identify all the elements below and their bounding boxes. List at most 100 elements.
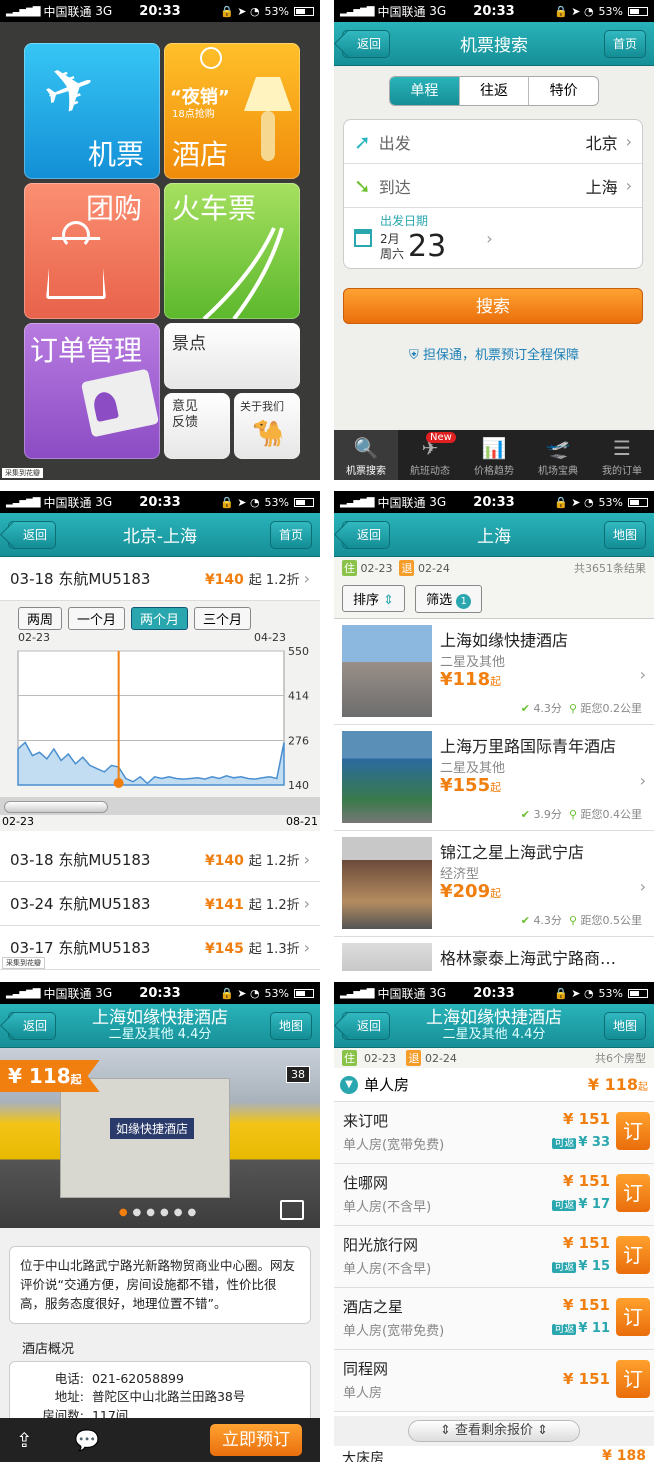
order-button[interactable]: 订: [616, 1298, 650, 1336]
hotel-list-item[interactable]: 锦江之星上海武宁店 经济型 ¥209起 › ✔ 4.3分 ⚲ 距您0.5公里: [334, 831, 654, 937]
slider-handle[interactable]: [4, 801, 108, 813]
range-two-months[interactable]: 两个月: [131, 607, 189, 630]
tile-train-label: 火车票: [172, 192, 257, 225]
home-button[interactable]: 首页: [603, 30, 646, 58]
tabbar-airport-guide[interactable]: 🛫 机场宝典: [526, 430, 590, 480]
tile-feedback[interactable]: 意见 反馈: [164, 393, 230, 459]
room-prices-screen: ▂▃▅▆▇ 中国联通 3G 20:33 🔒 ➤ ◔ 53% 上海如缘快捷酒店 二星及其他…: [334, 982, 654, 1462]
timeline-slider[interactable]: [0, 797, 320, 815]
range-one-month[interactable]: 一个月: [68, 607, 126, 630]
order-button[interactable]: 订: [616, 1360, 650, 1398]
list-item[interactable]: 03-24 东航MU5183 ¥141 起 1.2折 ›: [0, 882, 320, 926]
arrive-row[interactable]: ➘ 到达 上海 ›: [344, 164, 642, 208]
room-type-header[interactable]: ▼ 单人房 ¥ 118起: [334, 1068, 654, 1102]
map-button[interactable]: 地图: [269, 1012, 312, 1040]
back-button[interactable]: 返回: [342, 30, 391, 58]
back-button[interactable]: 返回: [8, 521, 57, 549]
tile-sights[interactable]: 景点: [164, 323, 300, 389]
page-dots[interactable]: ●●●●●●: [0, 1207, 320, 1218]
tile-about[interactable]: 关于我们 🐪: [234, 393, 300, 459]
status-bar: ▂▃▅▆▇ 中国联通 3G 20:33 🔒 ➤ ◔ 53%: [0, 982, 320, 1004]
page-title: 上海如缘快捷酒店: [426, 1008, 562, 1028]
airplane-icon: ✈: [33, 46, 107, 133]
tile-feedback-label: 意见 反馈: [172, 399, 199, 430]
order-button[interactable]: 订: [616, 1236, 650, 1274]
calendar-icon: [354, 229, 372, 247]
flight-search-screen: ▂▃▅▆▇ 中国联通 3G 20:33 🔒 ➤ ◔ 53% 机票搜索 返回 首页 单程 往…: [334, 0, 654, 480]
hotel-phone[interactable]: 021-62058899: [92, 1371, 184, 1386]
sort-button[interactable]: 排序 ⇕: [342, 585, 406, 612]
depart-row[interactable]: ➚ 出发 北京 ›: [344, 120, 642, 164]
tab-one-way[interactable]: 单程: [390, 77, 460, 105]
map-button[interactable]: 地图: [603, 521, 646, 549]
back-button[interactable]: 返回: [342, 521, 391, 549]
page-subtitle: 二星及其他 4.4分: [108, 1026, 212, 1042]
hotel-photo-gallery[interactable]: 如缘快捷酒店 38 ¥ 118起 ●●●●●●: [0, 1048, 320, 1228]
guarantee-text: 担保通，机票预订全程保障: [422, 348, 579, 363]
list-item[interactable]: 03-18 东航MU5183 ¥140 起 1.2折 ›: [0, 838, 320, 882]
vendor-offer[interactable]: 住哪网 单人房(不含早) ¥ 151 可返 ¥ 17 订: [334, 1164, 654, 1226]
top-flight-row[interactable]: 03-18 东航MU5183 ¥140 起 1.2折 ›: [0, 557, 320, 601]
tile-orders[interactable]: 订单管理: [24, 323, 160, 459]
tabbar-label: 航班动态: [410, 466, 450, 477]
vendor-offer[interactable]: 酒店之星 单人房(宽带免费) ¥ 151 可返 ¥ 11 订: [334, 1288, 654, 1350]
hotel-type: 经济型: [440, 867, 480, 882]
tile-hotel[interactable]: “夜销” 18点抢购 酒店: [164, 43, 300, 179]
vendor-offer[interactable]: 来订吧 单人房(宽带免费) ¥ 151 可返 ¥ 33 订: [334, 1102, 654, 1164]
hotel-list-item[interactable]: 上海如缘快捷酒店 二星及其他 ¥118起 › ✔ 4.3分 ⚲ 距您0.2公里: [334, 619, 654, 725]
flight-date: 03-17: [10, 938, 54, 957]
date-bar[interactable]: 住 02-23 退 02-24 共6个房型: [334, 1048, 654, 1068]
vendor-offer[interactable]: 同程网 单人房 ¥ 151 订: [334, 1350, 654, 1412]
thumbs-up-icon: ✔: [520, 808, 530, 821]
book-now-button[interactable]: 立即预订: [210, 1424, 302, 1456]
flight-name: 东航MU5183: [58, 939, 151, 957]
gallery-icon[interactable]: [280, 1200, 304, 1220]
home-button[interactable]: 首页: [269, 521, 312, 549]
order-button[interactable]: 订: [616, 1112, 650, 1150]
list-item[interactable]: 03-17 东航MU5183 ¥145 起 1.3折 ›: [0, 926, 320, 970]
date-bar[interactable]: 住 02-23 退 02-24 共3651条结果: [334, 557, 654, 579]
page-title: 机票搜索: [460, 36, 528, 56]
status-bar: ▂▃▅▆▇ 中国联通 3G 20:33 🔒 ➤ ◔ 53%: [334, 491, 654, 513]
tabbar-flight-search[interactable]: 🔍 机票搜索: [334, 430, 398, 480]
filter-button[interactable]: 筛选 1: [415, 584, 483, 613]
tile-flight[interactable]: ✈ 机票: [24, 43, 160, 179]
map-button[interactable]: 地图: [603, 1012, 646, 1040]
tab-round-trip[interactable]: 往返: [460, 77, 530, 105]
share-icon[interactable]: ⇪: [16, 1428, 33, 1452]
date-row[interactable]: 出发日期 2月 周六 23 ›: [344, 208, 642, 268]
tab-special[interactable]: 特价: [529, 77, 598, 105]
guarantee-link[interactable]: ⛨ 担保通，机票预订全程保障: [334, 344, 654, 363]
hotel-list-item[interactable]: 格林豪泰上海武宁路商…: [334, 937, 654, 971]
range-two-weeks[interactable]: 两周: [18, 607, 63, 630]
hotel-price: ¥118: [440, 669, 491, 690]
offer-price: ¥ 151: [563, 1110, 610, 1128]
more-offers-button[interactable]: ⇕ 查看剩余报价 ⇕: [408, 1420, 580, 1442]
vendor-offer[interactable]: 阳光旅行网 单人房(不含早) ¥ 151 可返 ¥ 15 订: [334, 1226, 654, 1288]
night-sale-sub: 18点抢购: [172, 109, 215, 120]
order-button[interactable]: 订: [616, 1174, 650, 1212]
range-three-months[interactable]: 三个月: [194, 607, 252, 630]
comment-icon[interactable]: 💬: [75, 1428, 100, 1452]
tile-train[interactable]: 火车票: [164, 183, 300, 319]
search-button[interactable]: 搜索: [343, 288, 643, 324]
hotel-list-item[interactable]: 上海万里路国际青年酒店 二星及其他 ¥155起 › ✔ 3.9分 ⚲ 距您0.4…: [334, 725, 654, 831]
cashback-amount: ¥ 11: [578, 1321, 610, 1336]
new-badge: New: [426, 432, 456, 443]
nav-bar: 北京-上海 返回 首页: [0, 513, 320, 557]
hotel-price: ¥209: [440, 881, 491, 902]
address-label: 地址:: [54, 1389, 84, 1405]
tile-group[interactable]: 团购: [24, 183, 160, 319]
room-type-header-next[interactable]: 大床房 ¥ 188: [334, 1446, 654, 1462]
vendor-name: 来订吧: [343, 1112, 389, 1130]
tabbar-label: 机票搜索: [346, 466, 386, 477]
tabbar-price-trend[interactable]: 📊 价格趋势: [462, 430, 526, 480]
back-button[interactable]: 返回: [342, 1012, 391, 1040]
tabbar-my-orders[interactable]: ☰ 我的订单: [590, 430, 654, 480]
tabbar-flight-status[interactable]: New ✈ 航班动态: [398, 430, 462, 480]
price-trend-chart[interactable]: 550 414 276 140: [0, 643, 320, 793]
back-button[interactable]: 返回: [8, 1012, 57, 1040]
page-title: 上海: [477, 527, 511, 547]
filter-bar: 排序 ⇕ 筛选 1: [334, 579, 654, 619]
offer-desc: 单人房(宽带免费): [343, 1324, 445, 1339]
